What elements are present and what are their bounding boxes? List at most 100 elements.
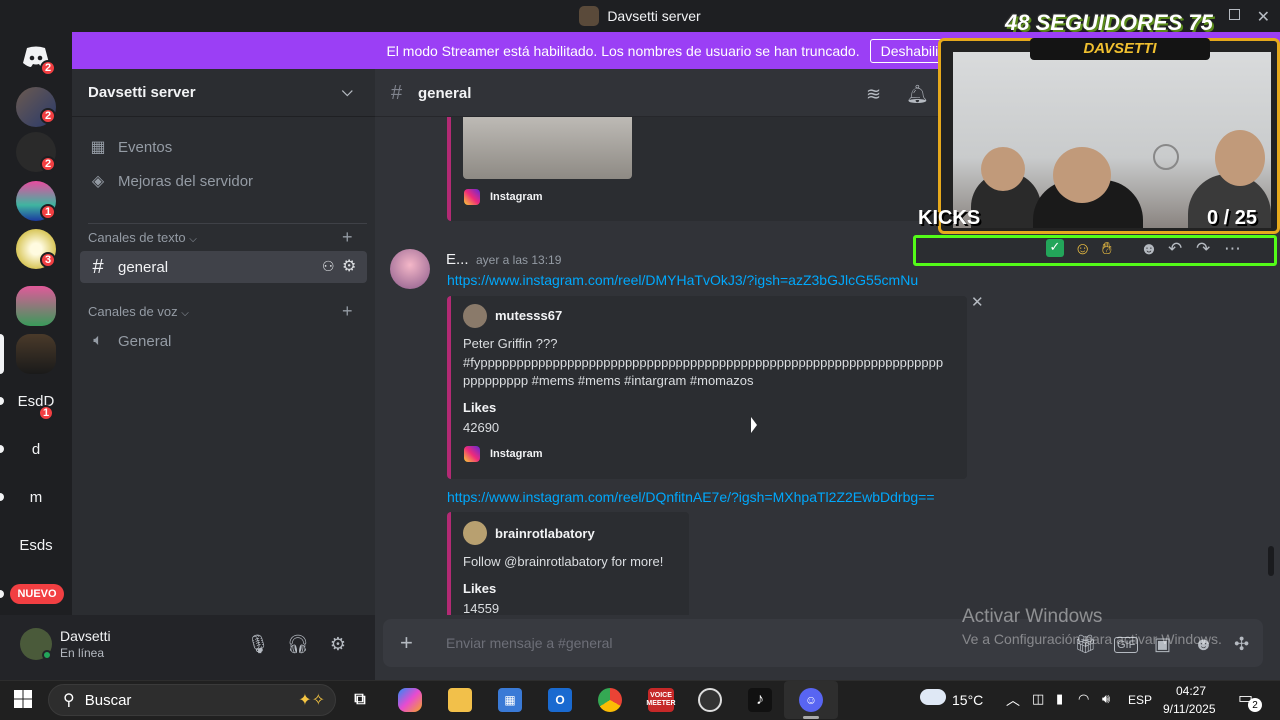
settings-gear-icon[interactable]: ⚙ — [326, 632, 350, 656]
embed-source: Instagram — [490, 191, 543, 203]
online-status-icon — [42, 650, 52, 660]
embed-description: ppppppppp #mems #mems #intargram #momazo… — [463, 373, 754, 388]
user-status: En línea — [60, 646, 105, 660]
kicks-progress-bar — [913, 235, 1277, 266]
remove-embed-icon[interactable]: ✕ — [971, 293, 984, 311]
reply-icon[interactable]: ↶ — [1168, 239, 1182, 259]
divider — [88, 223, 367, 224]
voice-channel-general[interactable]: 🔈︎ General — [80, 325, 367, 357]
language-indicator[interactable]: ESP — [1128, 693, 1152, 707]
copilot-icon[interactable] — [398, 688, 422, 712]
maximize-icon[interactable] — [1229, 9, 1240, 20]
avatar[interactable] — [390, 249, 430, 289]
category-text-channels[interactable]: Canales de texto ⌵ — [88, 230, 197, 245]
microphone-icon[interactable]: 🎙︎ — [246, 632, 270, 656]
search-label: Buscar — [84, 691, 132, 709]
embed-field-name: Likes — [463, 581, 497, 596]
kicks-count: 0 / 25 — [1207, 207, 1258, 229]
microphone-icon[interactable]: ▮ — [1056, 691, 1063, 707]
message-timestamp: ayer a las 13:19 — [476, 253, 562, 267]
server-avatar[interactable] — [16, 286, 56, 326]
chevron-up-icon[interactable]: ︿ — [1006, 690, 1020, 710]
message-author[interactable]: E... — [446, 251, 469, 268]
weather-temp[interactable]: 15°C — [952, 692, 983, 708]
chevron-down-icon: ⌵ — [342, 83, 353, 99]
server-header[interactable]: Davsetti server ⌵ — [72, 69, 375, 117]
forward-icon[interactable]: ↷ — [1196, 239, 1210, 259]
instagram-icon — [464, 189, 480, 205]
embed-author[interactable]: mutesss67 — [495, 308, 562, 323]
message-input[interactable]: Enviar mensaje a #general — [446, 635, 613, 651]
cursor-icon — [751, 417, 757, 433]
store-icon[interactable]: ▦ — [498, 688, 522, 712]
sidebar-item-label: Eventos — [118, 138, 173, 156]
close-icon[interactable]: ✕ — [1257, 7, 1270, 27]
wifi-icon[interactable]: ◠ — [1078, 691, 1089, 707]
threads-icon[interactable]: ≋ — [866, 84, 881, 105]
add-channel-icon[interactable]: + — [342, 227, 353, 248]
message-link[interactable]: https://www.instagram.com/reel/DQnfitnAE… — [447, 489, 935, 505]
volume-icon[interactable]: 🔊︎ — [1102, 691, 1110, 707]
new-unreads-badge[interactable]: NUEVO — [10, 584, 64, 604]
clock-date[interactable]: 9/11/2025 — [1163, 702, 1216, 716]
taskbar-search[interactable]: ⚲ Buscar ✦✧ — [48, 684, 336, 716]
flushed-reaction-icon[interactable]: ☺ — [1074, 239, 1091, 259]
server-esds[interactable]: Esds — [16, 525, 56, 565]
tiktok-icon[interactable]: ♪ — [748, 688, 772, 712]
file-explorer-icon[interactable] — [448, 688, 472, 712]
notification-badge: 2 — [1248, 698, 1262, 712]
windows-start-icon[interactable] — [14, 690, 32, 713]
embed-author-avatar — [463, 521, 487, 545]
username: Davsetti — [60, 628, 111, 644]
scrollbar-thumb[interactable] — [1268, 546, 1274, 576]
user-panel — [0, 615, 375, 680]
sidebar-item-events[interactable]: ▦ Eventos — [80, 131, 367, 163]
add-attachment-icon[interactable]: + — [400, 630, 413, 656]
bell-icon[interactable]: 🔔︎ — [906, 84, 929, 105]
chrome-icon[interactable] — [598, 688, 622, 712]
apps-icon[interactable]: ✣ — [1234, 634, 1249, 655]
headphones-icon[interactable]: 🎧︎ — [286, 632, 310, 656]
window-title: Davsetti server — [607, 8, 701, 24]
channel-general[interactable]: # general ⚇ ⚙ — [80, 251, 367, 283]
server-m[interactable]: m — [16, 477, 56, 517]
cloud-icon — [920, 689, 946, 705]
unread-badge: 2 — [40, 108, 56, 124]
outlook-icon[interactable]: O — [548, 688, 572, 712]
embed-author-avatar — [463, 304, 487, 328]
server-avatar-davsetti[interactable] — [16, 334, 56, 374]
server-d[interactable]: d — [16, 429, 56, 469]
embed-thumbnail[interactable] — [463, 117, 632, 179]
activation-watermark-title: Activar Windows — [962, 606, 1103, 627]
category-voice-channels[interactable]: Canales de voz ⌵ — [88, 304, 189, 319]
tray-app-icon[interactable]: ◫ — [1032, 691, 1044, 707]
person-head — [981, 147, 1025, 191]
more-options-icon[interactable]: ⋯ — [1224, 239, 1241, 259]
embed-author[interactable]: brainrotlabatory — [495, 526, 595, 541]
sidebar-item-boosts[interactable]: ◈ Mejoras del servidor — [80, 165, 367, 197]
banner-text: El modo Streamer está habilitado. Los no… — [386, 42, 860, 59]
discord-taskbar-icon[interactable]: ☺ — [799, 688, 823, 712]
fan — [1153, 144, 1179, 170]
embed-source: Instagram — [490, 448, 543, 460]
unread-badge: 1 — [40, 204, 56, 220]
message-link[interactable]: https://www.instagram.com/reel/DMYHaTvOk… — [447, 272, 918, 288]
hash-icon: # — [92, 255, 104, 278]
sidebar-item-label: Mejoras del servidor — [118, 172, 254, 190]
obs-icon[interactable] — [698, 688, 722, 712]
unread-badge: 3 — [40, 252, 56, 268]
gear-icon[interactable]: ⚙ — [342, 256, 356, 276]
invite-icon[interactable]: ⚇ — [322, 258, 335, 275]
unread-badge: 2 — [40, 60, 56, 76]
task-view-icon[interactable]: ⧉ — [348, 688, 372, 712]
voicemeeter-icon[interactable]: VOICE MEETER — [646, 688, 676, 712]
unread-badge: 1 — [38, 405, 54, 421]
unread-badge: 2 — [40, 156, 56, 172]
check-reaction-icon[interactable]: ✓ — [1046, 239, 1064, 257]
clock-time[interactable]: 04:27 — [1176, 684, 1206, 698]
instagram-icon — [464, 446, 480, 462]
server-icon — [579, 6, 600, 26]
add-reaction-icon[interactable]: ☻ — [1140, 239, 1158, 259]
wave-reaction-icon[interactable]: ✋︎ — [1102, 239, 1112, 259]
add-channel-icon[interactable]: + — [342, 301, 353, 322]
